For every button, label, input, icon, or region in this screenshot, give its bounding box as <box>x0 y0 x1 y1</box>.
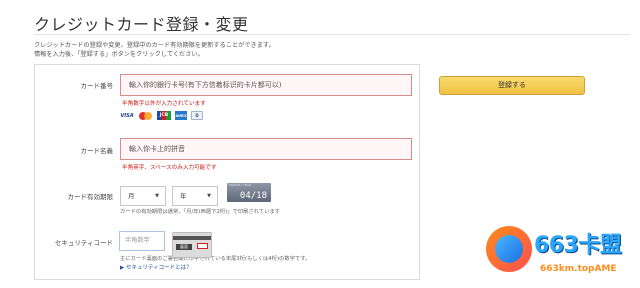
watermark-logo-icon <box>486 226 532 272</box>
expiry-month-select[interactable]: 月 ▼ <box>120 186 166 206</box>
expiry-sample-image: MONTH / YEAR 04/18 <box>227 183 271 202</box>
card-name-label: カード名義 <box>80 147 114 155</box>
chevron-down-icon: ▼ <box>207 193 211 199</box>
jcb-logo-icon: JCB <box>157 111 171 120</box>
page-title: クレジットカード登録・変更 <box>34 15 249 34</box>
security-code-label: セキュリティコード <box>54 239 113 247</box>
expiry-year-select[interactable]: 年 ▼ <box>172 186 218 206</box>
expiry-sample-caption: MONTH / YEAR <box>229 183 252 187</box>
card-number-error: 半角数字以外が入力されています <box>122 101 206 107</box>
card-back-tag: 裏面 <box>176 244 192 250</box>
mastercard-logo-icon <box>139 111 153 120</box>
watermark-title: 663卡盟 <box>534 233 622 258</box>
intro-line-2: 情報を入力後、「登録する」ボタンをクリックしてください。 <box>34 51 204 58</box>
card-brand-logos: VISA JCB AMEX D <box>119 111 203 120</box>
card-name-input[interactable]: 輸入你卡上的拼音 <box>120 138 412 160</box>
intro-text: クレジットカードの登録や変更、登録中のカード有効期限を更新することができます。 … <box>34 41 275 59</box>
security-code-help-link[interactable]: ▶ セキュリティコードとは？ <box>120 263 192 271</box>
card-number-label: カード番号 <box>80 82 114 90</box>
title-divider <box>34 34 630 35</box>
card-number-input[interactable]: 輸入你的銀行卡号(有下方信着标识的卡片都可以) <box>120 74 412 96</box>
security-code-input[interactable]: 半角数字 <box>119 231 165 251</box>
card-form: カード番号 輸入你的銀行卡号(有下方信着标识的卡片都可以) 半角数字以外が入力さ… <box>34 64 420 280</box>
expiry-sample-value: 04/18 <box>239 191 267 201</box>
amex-logo-icon: AMEX <box>175 111 187 120</box>
expiry-month-value: 月 <box>128 192 135 200</box>
register-button[interactable]: 登録する <box>439 76 585 95</box>
expiry-year-value: 年 <box>180 192 187 200</box>
code-highlight-box <box>197 243 208 249</box>
watermark-subtitle: 663km.topAME <box>540 264 617 274</box>
visa-logo-icon: VISA <box>120 112 134 119</box>
chevron-down-icon: ▼ <box>155 193 159 199</box>
intro-line-1: クレジットカードの登録や変更、登録中のカード有効期限を更新することができます。 <box>34 42 275 49</box>
site-watermark: 663卡盟 663km.topAME <box>486 222 640 288</box>
card-back-sample-image: 裏面 <box>172 232 212 258</box>
expiry-label: カード有効期限 <box>67 193 114 201</box>
card-name-error: 半角英字、スペースのみ入力可能です <box>122 165 217 171</box>
magnetic-stripe <box>173 236 211 240</box>
diners-logo-icon: D <box>191 111 203 120</box>
expiry-help: カードの有効期限は通常、「月/年(西暦下2桁)」で印刷されています <box>120 209 281 215</box>
